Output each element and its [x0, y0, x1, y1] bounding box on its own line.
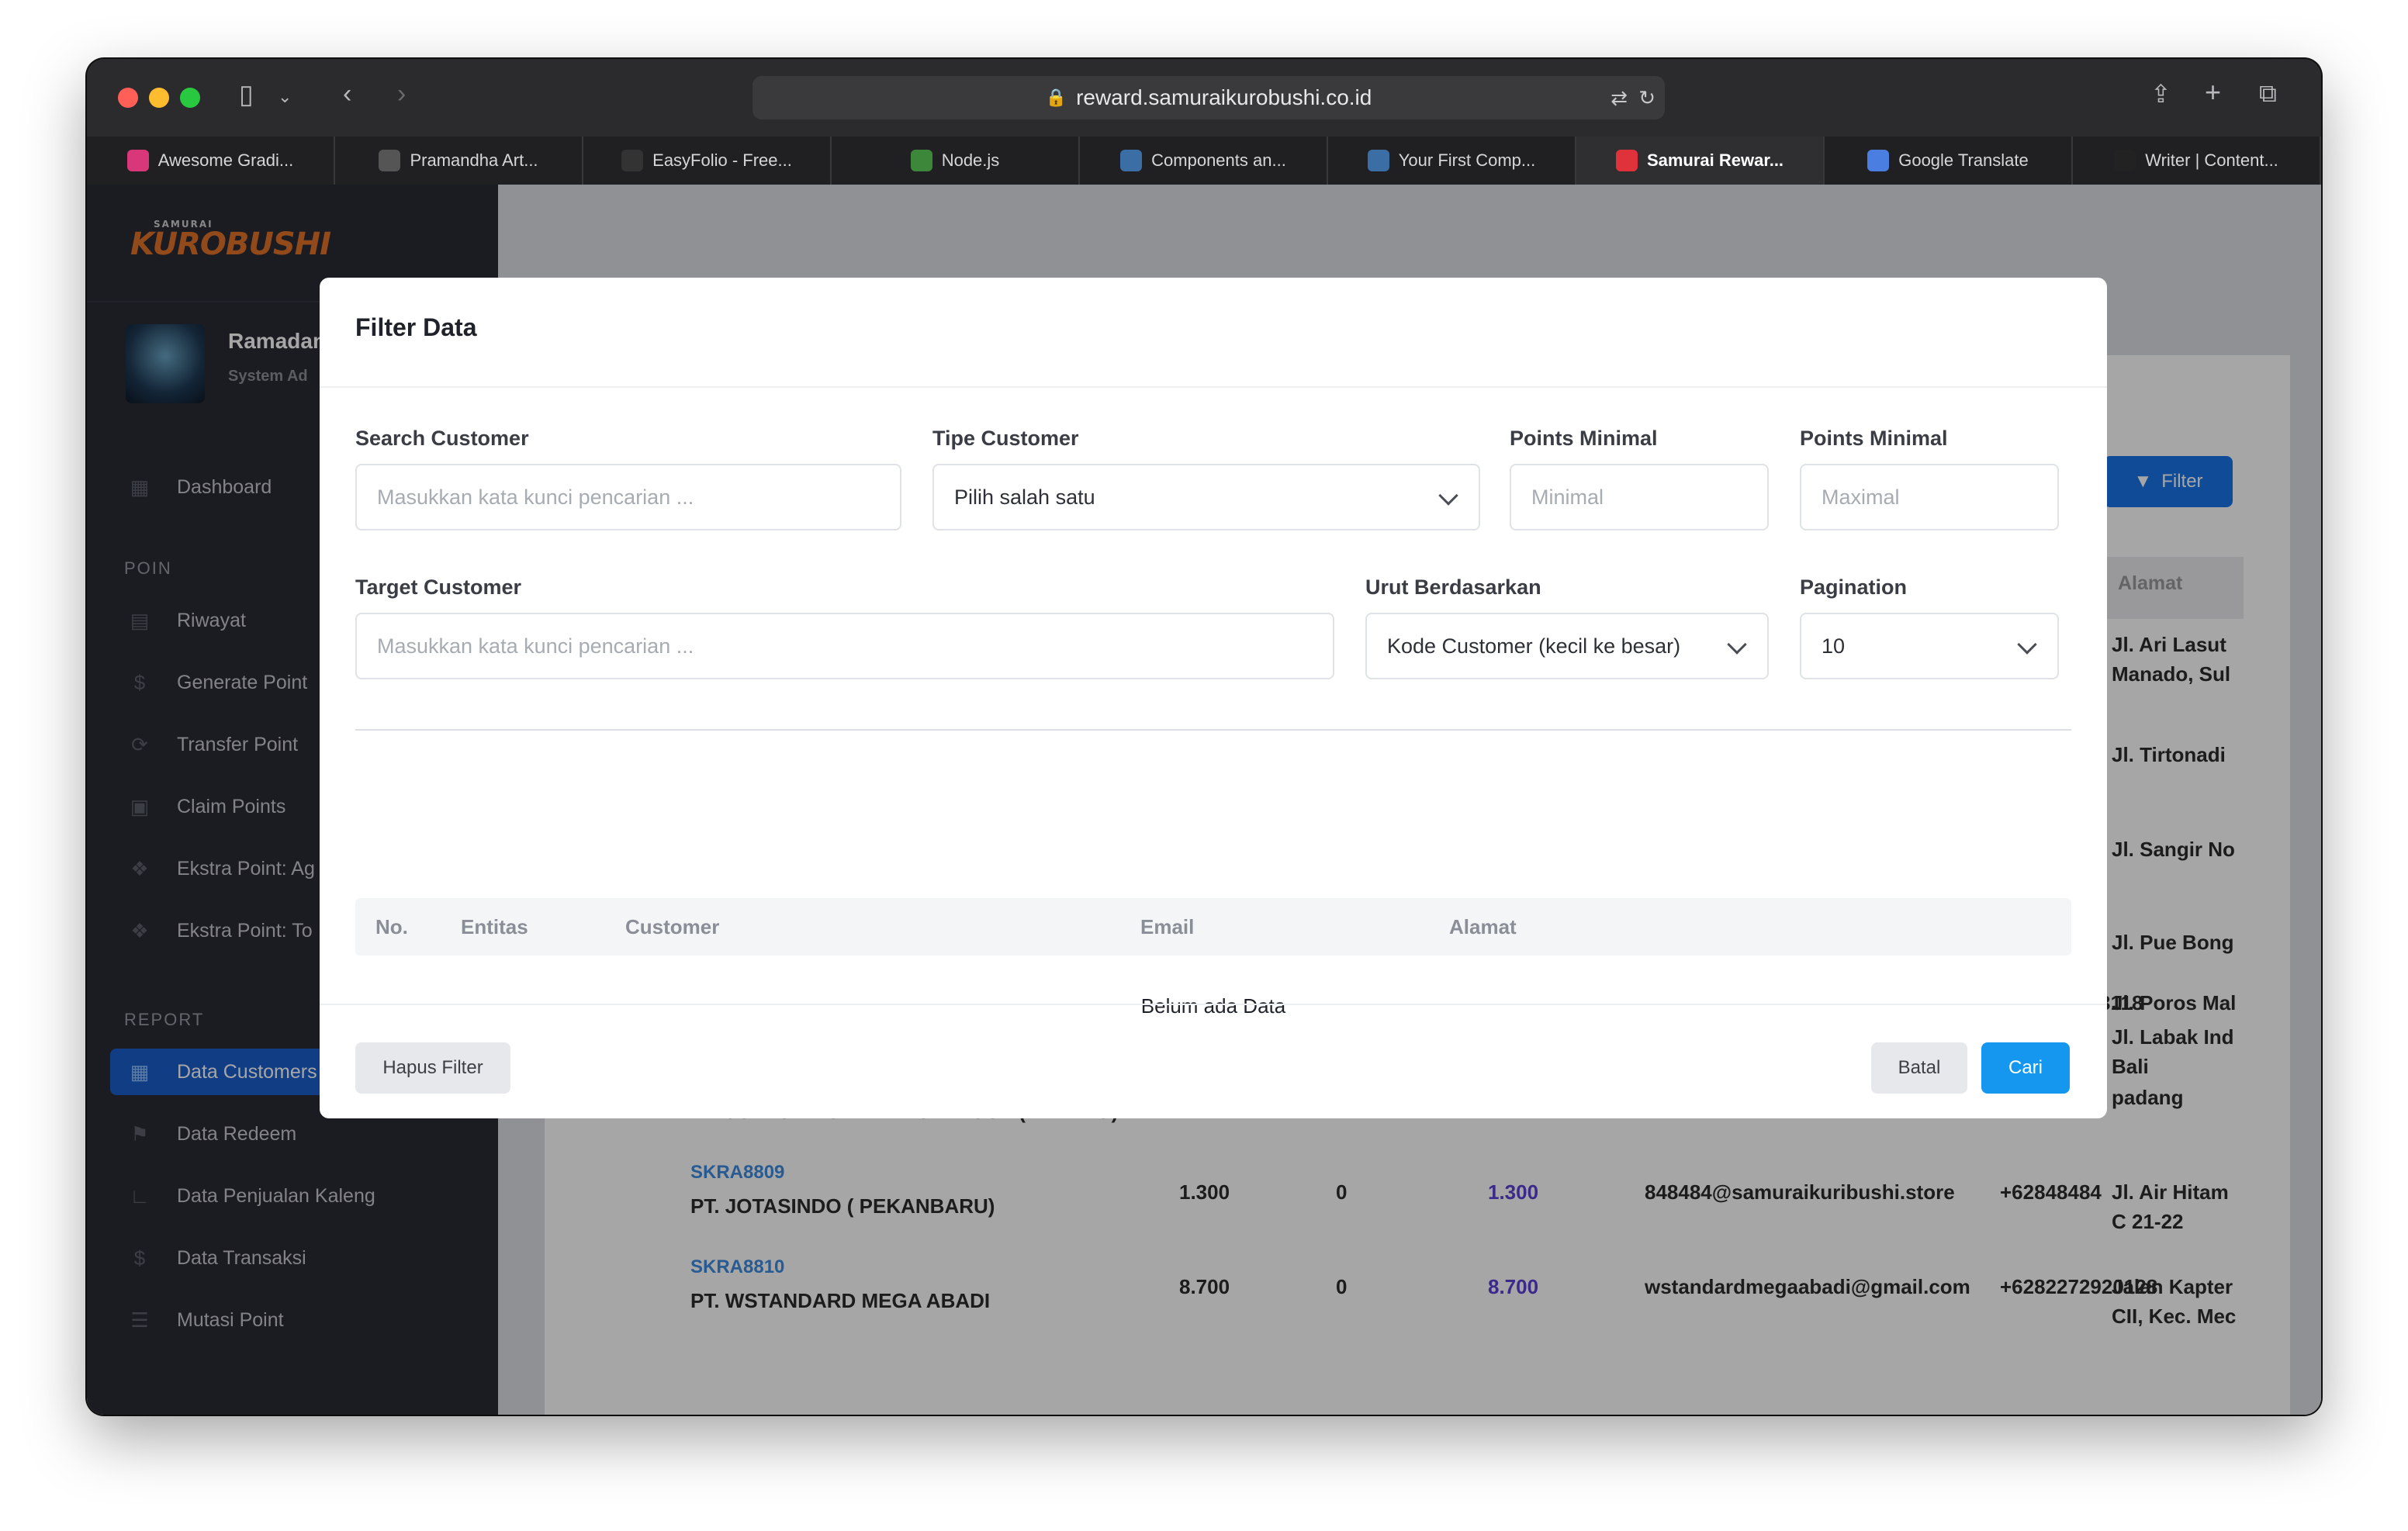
forward-arrow-icon[interactable]: ›: [397, 79, 406, 109]
tab-strip: Awesome Gradi... Pramandha Art... EasyFoli…: [87, 137, 2321, 185]
tab-label: Components an...: [1151, 150, 1286, 170]
chevron-down-icon: [1727, 634, 1747, 655]
chevron-down-icon: [2017, 634, 2037, 655]
column-header-email: Email: [1140, 915, 1195, 938]
address-bar[interactable]: 🔒 reward.samuraikurobushi.co.id ⇄ ↻: [752, 76, 1665, 119]
react-atom-icon: [1367, 150, 1389, 171]
letter-p-icon: [621, 150, 644, 171]
share-icon[interactable]: ⇪: [2150, 79, 2171, 109]
divider: [320, 386, 2107, 388]
empty-state-text: Belum ada Data: [1140, 994, 1286, 1018]
tab-label: Awesome Gradi...: [157, 150, 294, 170]
search-customer-input[interactable]: Masukkan kata kunci pencarian ...: [355, 464, 901, 530]
cancel-button[interactable]: Batal: [1871, 1042, 1967, 1094]
nodejs-hexagon-icon: [910, 150, 932, 171]
close-window-button[interactable]: [118, 88, 138, 108]
browser-tab[interactable]: Writer | Content...: [2073, 137, 2321, 185]
browser-tab[interactable]: Pramandha Art...: [335, 137, 583, 185]
tab-overview-icon[interactable]: ⧉: [2259, 79, 2277, 109]
footer-divider: [320, 1004, 2107, 1005]
writer-w-icon: [2114, 150, 2136, 171]
instagram-icon: [126, 150, 149, 171]
tab-label: Writer | Content...: [2145, 150, 2278, 170]
samurai-logo-icon: [1615, 150, 1638, 171]
chevron-down-icon: [1438, 486, 1458, 506]
lock-icon: 🔒: [1045, 88, 1067, 107]
target-customer-input[interactable]: Masukkan kata kunci pencarian ...: [355, 613, 1334, 679]
tab-label: Node.js: [941, 150, 1000, 170]
browser-tab[interactable]: Google Translate: [1825, 137, 2073, 185]
browser-tab[interactable]: Awesome Gradi...: [87, 137, 335, 185]
divider: [355, 729, 2071, 731]
chevron-down-icon[interactable]: ⌄: [278, 87, 292, 107]
points-min-label: Points Minimal: [1510, 427, 1658, 450]
filter-modal: Filter Data Search Customer Masukkan kat…: [320, 278, 2107, 1118]
search-customer-label: Search Customer: [355, 427, 529, 450]
tab-label: Your First Comp...: [1398, 150, 1536, 170]
react-atom-icon: [1120, 150, 1143, 171]
maximize-window-button[interactable]: [180, 88, 200, 108]
browser-tab[interactable]: Your First Comp...: [1328, 137, 1576, 185]
search-button[interactable]: Cari: [1981, 1042, 2070, 1094]
back-arrow-icon[interactable]: ‹: [343, 79, 351, 109]
translate-icon[interactable]: ⇄: [1611, 76, 1628, 119]
modal-title: Filter Data: [355, 313, 477, 341]
tipe-customer-select[interactable]: Pilih salah satu: [932, 464, 1480, 530]
column-header-entitas: Entitas: [461, 915, 528, 938]
tab-label: Google Translate: [1898, 150, 2029, 170]
browser-window: ▯ ⌄ ‹ › 🔒 reward.samuraikurobushi.co.id …: [87, 59, 2321, 1415]
browser-tab[interactable]: EasyFolio - Free...: [583, 137, 832, 185]
url-text: reward.samuraikurobushi.co.id: [1076, 85, 1372, 109]
points-max-input[interactable]: Maximal: [1800, 464, 2059, 530]
points-min-input[interactable]: Minimal: [1510, 464, 1769, 530]
points-max-label: Points Minimal: [1800, 427, 1948, 450]
tab-label: EasyFolio - Free...: [652, 150, 792, 170]
tipe-customer-label: Tipe Customer: [932, 427, 1079, 450]
browser-titlebar: ▯ ⌄ ‹ › 🔒 reward.samuraikurobushi.co.id …: [87, 59, 2321, 137]
pagination-select[interactable]: 10: [1800, 613, 2059, 679]
tab-label: Pramandha Art...: [410, 150, 538, 170]
browser-tab[interactable]: Components an...: [1080, 137, 1328, 185]
sidebar-toggle-icon[interactable]: ▯: [239, 79, 254, 110]
browser-tab[interactable]: Samurai Rewar...: [1576, 137, 1825, 185]
tab-label: Samurai Rewar...: [1646, 150, 1784, 170]
new-tab-icon[interactable]: +: [2205, 76, 2221, 109]
google-translate-icon: [1867, 150, 1890, 171]
pagination-label: Pagination: [1800, 575, 1908, 599]
sort-select[interactable]: Kode Customer (kecil ke besar): [1365, 613, 1769, 679]
column-header-alamat: Alamat: [1449, 915, 1517, 938]
sort-label: Urut Berdasarkan: [1365, 575, 1541, 599]
results-table-header: No. Entitas Customer Email Alamat: [355, 898, 2071, 956]
column-header-no: No.: [375, 915, 408, 938]
minimize-window-button[interactable]: [149, 88, 169, 108]
browser-tab[interactable]: Node.js: [832, 137, 1080, 185]
target-customer-label: Target Customer: [355, 575, 522, 599]
clear-filter-button[interactable]: Hapus Filter: [355, 1042, 510, 1094]
app-area: ▼ Filter Alamat Jl. Ari Lasut Manado, Su…: [87, 185, 2321, 1415]
reload-icon[interactable]: ↻: [1638, 76, 1656, 119]
portrait-icon: [379, 150, 401, 171]
column-header-customer: Customer: [625, 915, 720, 938]
